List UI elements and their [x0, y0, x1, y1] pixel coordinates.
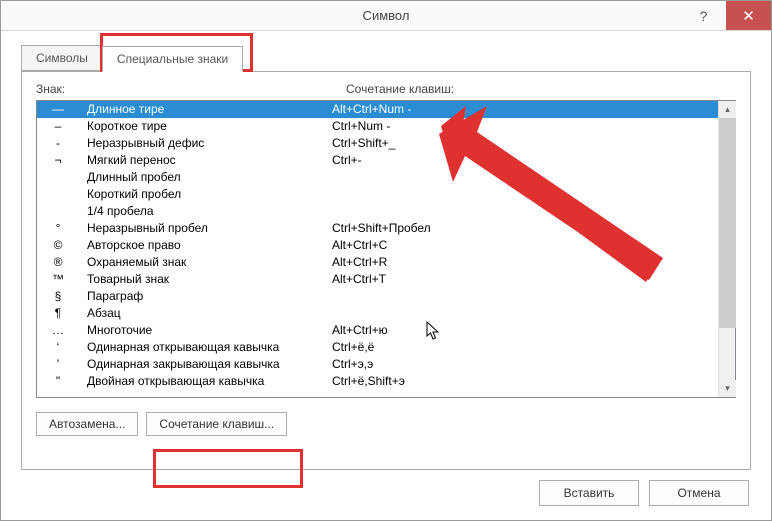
- titlebar: Символ ? ✕: [1, 1, 771, 31]
- item-symbol: ©: [37, 237, 87, 254]
- item-shortcut: [332, 186, 718, 203]
- item-shortcut: Alt+Ctrl+ю: [332, 322, 718, 339]
- item-name: Неразрывный дефис: [87, 135, 332, 152]
- item-shortcut: Ctrl+ё,Shift+э: [332, 373, 718, 390]
- item-symbol: °: [37, 220, 87, 237]
- cancel-button[interactable]: Отмена: [649, 480, 749, 506]
- titlebar-buttons: ? ✕: [681, 1, 771, 31]
- item-shortcut: Ctrl+э,э: [332, 356, 718, 373]
- dialog-window: Символ ? ✕ Символы Специальные знаки Зна…: [0, 0, 772, 521]
- close-button[interactable]: ✕: [726, 1, 771, 30]
- scroll-down-button[interactable]: ▾: [719, 380, 736, 397]
- header-shortcut: Сочетание клавиш:: [346, 82, 736, 96]
- item-symbol: -: [37, 135, 87, 152]
- item-shortcut: Alt+Ctrl+Num -: [332, 101, 718, 118]
- list-body[interactable]: —Длинное тиреAlt+Ctrl+Num -–Короткое тир…: [37, 101, 718, 397]
- tab-symbols[interactable]: Символы: [21, 45, 103, 71]
- item-name: Длинное тире: [87, 101, 332, 118]
- special-characters-list: —Длинное тиреAlt+Ctrl+Num -–Короткое тир…: [36, 100, 736, 398]
- scroll-up-button[interactable]: ▴: [719, 101, 736, 118]
- list-item[interactable]: 1/4 пробела: [37, 203, 718, 220]
- item-symbol: ’: [37, 356, 87, 373]
- list-item[interactable]: §Параграф: [37, 288, 718, 305]
- item-shortcut: Alt+Ctrl+C: [332, 237, 718, 254]
- list-item[interactable]: –Короткое тиреCtrl+Num -: [37, 118, 718, 135]
- item-name: Абзац: [87, 305, 332, 322]
- item-name: Неразрывный пробел: [87, 220, 332, 237]
- autocorrect-button[interactable]: Автозамена...: [36, 412, 138, 436]
- item-name: Охраняемый знак: [87, 254, 332, 271]
- panel-buttons: Автозамена... Сочетание клавиш...: [36, 412, 736, 436]
- list-item[interactable]: Длинный пробел: [37, 169, 718, 186]
- tab-special-characters[interactable]: Специальные знаки: [102, 46, 243, 72]
- item-shortcut: Ctrl+-: [332, 152, 718, 169]
- item-name: Короткий пробел: [87, 186, 332, 203]
- list-item[interactable]: ’Одинарная закрывающая кавычкаCtrl+э,э: [37, 356, 718, 373]
- item-name: Товарный знак: [87, 271, 332, 288]
- item-symbol: ": [37, 373, 87, 390]
- item-name: Параграф: [87, 288, 332, 305]
- item-symbol: [37, 186, 87, 203]
- item-symbol: ®: [37, 254, 87, 271]
- list-item[interactable]: ™Товарный знакAlt+Ctrl+T: [37, 271, 718, 288]
- item-symbol: ¶: [37, 305, 87, 322]
- tabs: Символы Специальные знаки: [21, 43, 751, 71]
- insert-button[interactable]: Вставить: [539, 480, 639, 506]
- item-shortcut: Ctrl+Shift+Пробел: [332, 220, 718, 237]
- dialog-body: Символы Специальные знаки Знак: Сочетани…: [1, 31, 771, 520]
- list-item[interactable]: ‘Одинарная открывающая кавычкаCtrl+ё,ё: [37, 339, 718, 356]
- item-shortcut: Ctrl+Num -: [332, 118, 718, 135]
- shortcut-key-button[interactable]: Сочетание клавиш...: [146, 412, 287, 436]
- item-shortcut: Ctrl+ё,ё: [332, 339, 718, 356]
- item-symbol: ‘: [37, 339, 87, 356]
- item-name: Многоточие: [87, 322, 332, 339]
- list-item[interactable]: ¬Мягкий переносCtrl+-: [37, 152, 718, 169]
- item-name: 1/4 пробела: [87, 203, 332, 220]
- list-item[interactable]: ¶Абзац: [37, 305, 718, 322]
- item-shortcut: Alt+Ctrl+T: [332, 271, 718, 288]
- item-name: Авторское право: [87, 237, 332, 254]
- item-shortcut: Alt+Ctrl+R: [332, 254, 718, 271]
- item-name: Длинный пробел: [87, 169, 332, 186]
- item-shortcut: [332, 203, 718, 220]
- item-name: Одинарная закрывающая кавычка: [87, 356, 332, 373]
- special-panel: Знак: Сочетание клавиш: —Длинное тиреAlt…: [21, 71, 751, 470]
- help-button[interactable]: ?: [681, 1, 726, 30]
- list-item[interactable]: -Неразрывный дефисCtrl+Shift+_: [37, 135, 718, 152]
- list-item[interactable]: °Неразрывный пробелCtrl+Shift+Пробел: [37, 220, 718, 237]
- item-symbol: —: [37, 101, 87, 118]
- item-symbol: §: [37, 288, 87, 305]
- list-item[interactable]: "Двойная открывающая кавычкаCtrl+ё,Shift…: [37, 373, 718, 390]
- item-symbol: ™: [37, 271, 87, 288]
- dialog-buttons: Вставить Отмена: [21, 480, 751, 506]
- item-name: Мягкий перенос: [87, 152, 332, 169]
- list-item[interactable]: ©Авторское правоAlt+Ctrl+C: [37, 237, 718, 254]
- scrollbar[interactable]: ▴ ▾: [718, 101, 735, 397]
- item-shortcut: [332, 288, 718, 305]
- item-symbol: –: [37, 118, 87, 135]
- window-title: Символ: [363, 8, 410, 23]
- item-name: Одинарная открывающая кавычка: [87, 339, 332, 356]
- item-name: Короткое тире: [87, 118, 332, 135]
- item-name: Двойная открывающая кавычка: [87, 373, 332, 390]
- scroll-thumb[interactable]: [719, 118, 736, 328]
- list-item[interactable]: Короткий пробел: [37, 186, 718, 203]
- item-shortcut: [332, 305, 718, 322]
- list-item[interactable]: ®Охраняемый знакAlt+Ctrl+R: [37, 254, 718, 271]
- item-symbol: [37, 203, 87, 220]
- header-sign: Знак:: [36, 82, 346, 96]
- item-shortcut: [332, 169, 718, 186]
- item-symbol: [37, 169, 87, 186]
- item-symbol: …: [37, 322, 87, 339]
- item-symbol: ¬: [37, 152, 87, 169]
- list-item[interactable]: —Длинное тиреAlt+Ctrl+Num -: [37, 101, 718, 118]
- list-item[interactable]: …МноготочиеAlt+Ctrl+ю: [37, 322, 718, 339]
- item-shortcut: Ctrl+Shift+_: [332, 135, 718, 152]
- list-headers: Знак: Сочетание клавиш:: [36, 82, 736, 96]
